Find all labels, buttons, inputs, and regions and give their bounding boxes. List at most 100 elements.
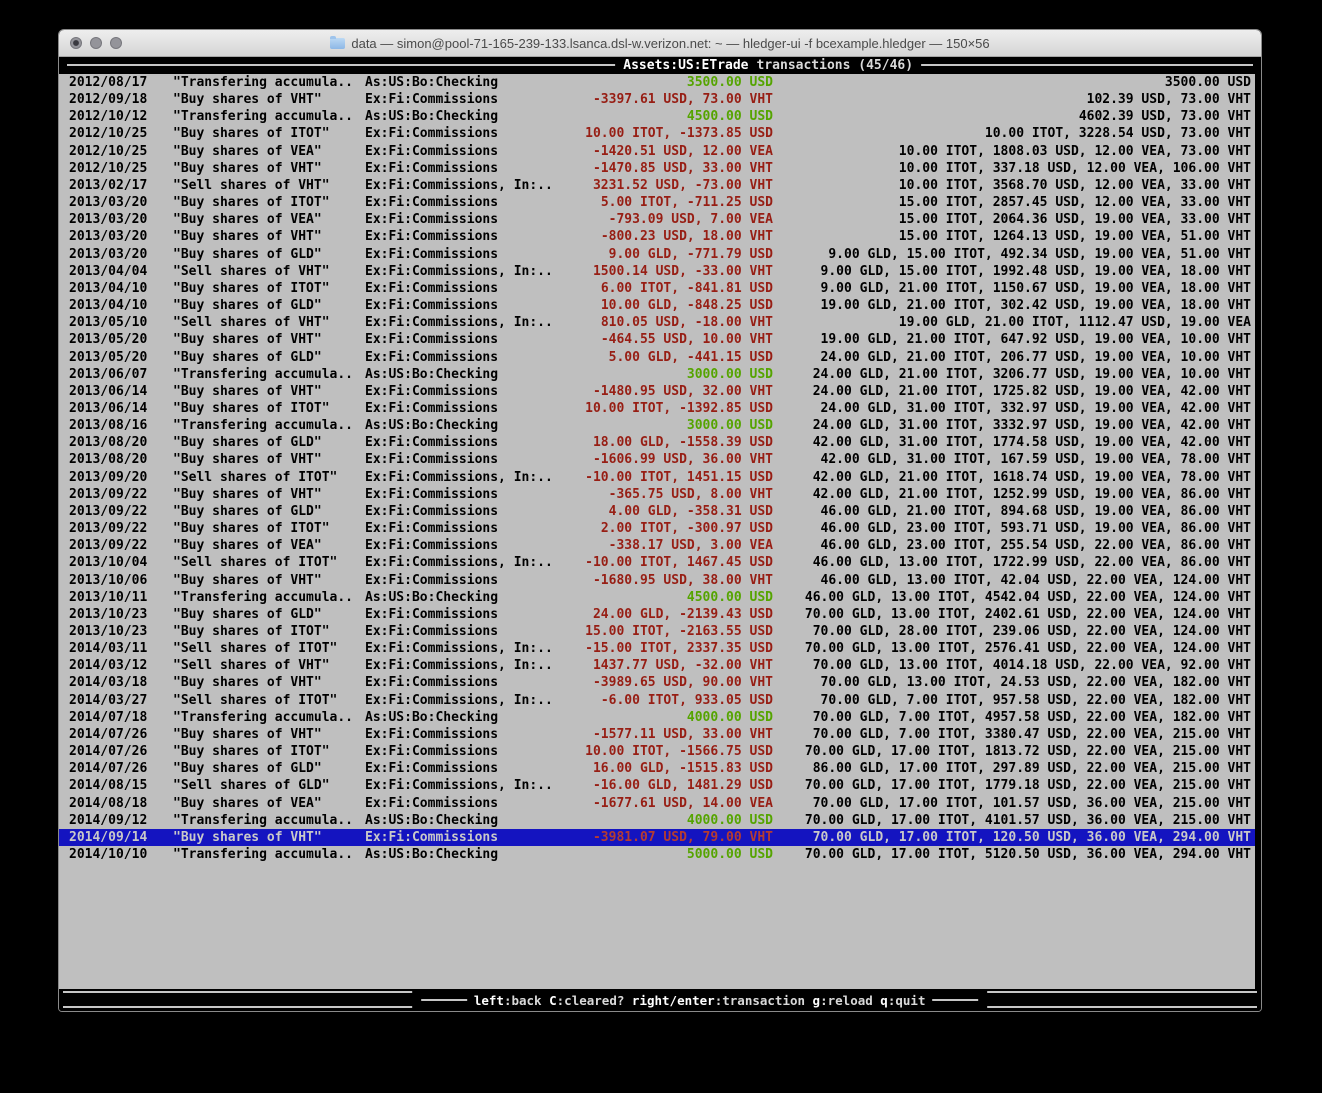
- transaction-row[interactable]: 2013/09/22"Buy shares of VHT"Ex:Fi:Commi…: [59, 486, 1255, 503]
- transaction-row[interactable]: 2013/10/23"Buy shares of GLD"Ex:Fi:Commi…: [59, 606, 1255, 623]
- txn-running-balance: 46.00 GLD, 13.00 ITOT, 4542.04 USD, 22.0…: [773, 589, 1255, 606]
- transaction-row[interactable]: 2014/03/18"Buy shares of VHT"Ex:Fi:Commi…: [59, 674, 1255, 691]
- transaction-row[interactable]: 2013/04/10"Buy shares of GLD"Ex:Fi:Commi…: [59, 297, 1255, 314]
- transaction-row[interactable]: 2014/03/27"Sell shares of ITOT"Ex:Fi:Com…: [59, 692, 1255, 709]
- txn-date: 2013/08/20: [69, 434, 173, 451]
- transaction-row[interactable]: 2014/09/14"Buy shares of VHT"Ex:Fi:Commi…: [59, 829, 1255, 846]
- transaction-row[interactable]: 2013/10/11"Transfering accumula..As:US:B…: [59, 589, 1255, 606]
- transaction-row[interactable]: 2014/03/12"Sell shares of VHT"Ex:Fi:Comm…: [59, 657, 1255, 674]
- transaction-row[interactable]: 2014/07/26"Buy shares of VHT"Ex:Fi:Commi…: [59, 726, 1255, 743]
- txn-date: 2013/09/22: [69, 503, 173, 520]
- txn-running-balance: 46.00 GLD, 23.00 ITOT, 255.54 USD, 22.00…: [773, 537, 1255, 554]
- transaction-row[interactable]: 2013/02/17"Sell shares of VHT"Ex:Fi:Comm…: [59, 177, 1255, 194]
- transaction-row[interactable]: 2013/09/22"Buy shares of GLD"Ex:Fi:Commi…: [59, 503, 1255, 520]
- window-zoom-button[interactable]: [110, 37, 122, 49]
- transaction-row[interactable]: 2013/10/04"Sell shares of ITOT"Ex:Fi:Com…: [59, 554, 1255, 571]
- txn-description: "Sell shares of VHT": [173, 177, 365, 194]
- transaction-row[interactable]: 2014/03/11"Sell shares of ITOT"Ex:Fi:Com…: [59, 640, 1255, 657]
- transaction-row[interactable]: 2014/07/26"Buy shares of ITOT"Ex:Fi:Comm…: [59, 743, 1255, 760]
- transaction-row[interactable]: 2013/05/20"Buy shares of VHT"Ex:Fi:Commi…: [59, 331, 1255, 348]
- txn-change-amount: -1606.99 USD, 36.00 VHT: [565, 451, 773, 468]
- txn-change-amount: 2.00 ITOT, -300.97 USD: [565, 520, 773, 537]
- transaction-row[interactable]: 2013/09/20"Sell shares of ITOT"Ex:Fi:Com…: [59, 469, 1255, 486]
- txn-change-amount: 3000.00 USD: [565, 417, 773, 434]
- window-titlebar[interactable]: data — simon@pool-71-165-239-133.lsanca.…: [59, 30, 1261, 57]
- transaction-row[interactable]: 2012/09/18"Buy shares of VHT"Ex:Fi:Commi…: [59, 91, 1255, 108]
- txn-description: "Transfering accumula..: [173, 589, 365, 606]
- transaction-row[interactable]: 2013/06/14"Buy shares of VHT"Ex:Fi:Commi…: [59, 383, 1255, 400]
- txn-running-balance: 10.00 ITOT, 3568.70 USD, 12.00 VEA, 33.0…: [773, 177, 1255, 194]
- txn-other-accounts: Ex:Fi:Commissions: [365, 194, 565, 211]
- txn-other-accounts: Ex:Fi:Commissions, In:..: [365, 554, 565, 571]
- txn-description: "Buy shares of ITOT": [173, 194, 365, 211]
- txn-running-balance: 4602.39 USD, 73.00 VHT: [773, 108, 1255, 125]
- txn-running-balance: 46.00 GLD, 21.00 ITOT, 894.68 USD, 19.00…: [773, 503, 1255, 520]
- txn-date: 2014/09/14: [69, 829, 173, 846]
- txn-running-balance: 70.00 GLD, 17.00 ITOT, 1779.18 USD, 22.0…: [773, 777, 1255, 794]
- txn-change-amount: 3000.00 USD: [565, 366, 773, 383]
- txn-other-accounts: As:US:Bo:Checking: [365, 366, 565, 383]
- transaction-row[interactable]: 2012/08/17"Transfering accumula..As:US:B…: [59, 74, 1255, 91]
- transaction-row[interactable]: 2013/03/20"Buy shares of ITOT"Ex:Fi:Comm…: [59, 194, 1255, 211]
- txn-date: 2014/07/26: [69, 726, 173, 743]
- txn-description: "Buy shares of VHT": [173, 160, 365, 177]
- txn-change-amount: -1677.61 USD, 14.00 VEA: [565, 795, 773, 812]
- txn-change-amount: 9.00 GLD, -771.79 USD: [565, 246, 773, 263]
- txn-description: "Sell shares of VHT": [173, 657, 365, 674]
- transaction-row[interactable]: 2014/08/18"Buy shares of VEA"Ex:Fi:Commi…: [59, 795, 1255, 812]
- txn-running-balance: 19.00 GLD, 21.00 ITOT, 1112.47 USD, 19.0…: [773, 314, 1255, 331]
- txn-other-accounts: Ex:Fi:Commissions: [365, 606, 565, 623]
- transaction-row[interactable]: 2013/09/22"Buy shares of ITOT"Ex:Fi:Comm…: [59, 520, 1255, 537]
- transaction-row[interactable]: 2013/03/20"Buy shares of GLD"Ex:Fi:Commi…: [59, 246, 1255, 263]
- transaction-row[interactable]: 2013/03/20"Buy shares of VEA"Ex:Fi:Commi…: [59, 211, 1255, 228]
- txn-other-accounts: Ex:Fi:Commissions: [365, 143, 565, 160]
- transaction-row[interactable]: 2014/09/12"Transfering accumula..As:US:B…: [59, 812, 1255, 829]
- txn-date: 2012/09/18: [69, 91, 173, 108]
- transaction-row[interactable]: 2012/10/25"Buy shares of VEA"Ex:Fi:Commi…: [59, 143, 1255, 160]
- txn-change-amount: 4000.00 USD: [565, 709, 773, 726]
- txn-description: "Sell shares of ITOT": [173, 640, 365, 657]
- txn-other-accounts: Ex:Fi:Commissions: [365, 91, 565, 108]
- transaction-row[interactable]: 2012/10/12"Transfering accumula..As:US:B…: [59, 108, 1255, 125]
- transaction-row[interactable]: 2013/10/23"Buy shares of ITOT"Ex:Fi:Comm…: [59, 623, 1255, 640]
- txn-other-accounts: Ex:Fi:Commissions: [365, 383, 565, 400]
- txn-running-balance: 10.00 ITOT, 337.18 USD, 12.00 VEA, 106.0…: [773, 160, 1255, 177]
- txn-running-balance: 70.00 GLD, 7.00 ITOT, 957.58 USD, 22.00 …: [773, 692, 1255, 709]
- txn-other-accounts: Ex:Fi:Commissions: [365, 795, 565, 812]
- txn-date: 2013/05/10: [69, 314, 173, 331]
- transaction-row[interactable]: 2014/10/10"Transfering accumula..As:US:B…: [59, 846, 1255, 863]
- transaction-row[interactable]: 2013/04/10"Buy shares of ITOT"Ex:Fi:Comm…: [59, 280, 1255, 297]
- transaction-row[interactable]: 2013/04/04"Sell shares of VHT"Ex:Fi:Comm…: [59, 263, 1255, 280]
- txn-change-amount: 810.05 USD, -18.00 VHT: [565, 314, 773, 331]
- terminal-screen[interactable]: Assets:US:ETradetransactions (45/46) 201…: [59, 57, 1261, 1011]
- txn-description: "Sell shares of VHT": [173, 314, 365, 331]
- txn-other-accounts: Ex:Fi:Commissions, In:..: [365, 640, 565, 657]
- transaction-row[interactable]: 2013/08/20"Buy shares of VHT"Ex:Fi:Commi…: [59, 451, 1255, 468]
- transaction-row[interactable]: 2013/05/10"Sell shares of VHT"Ex:Fi:Comm…: [59, 314, 1255, 331]
- window-close-button[interactable]: [70, 37, 82, 49]
- txn-date: 2013/06/14: [69, 383, 173, 400]
- txn-other-accounts: Ex:Fi:Commissions: [365, 434, 565, 451]
- txn-other-accounts: Ex:Fi:Commissions: [365, 520, 565, 537]
- txn-change-amount: 10.00 GLD, -848.25 USD: [565, 297, 773, 314]
- transaction-row[interactable]: 2013/03/20"Buy shares of VHT"Ex:Fi:Commi…: [59, 228, 1255, 245]
- transactions-list: 2012/08/17"Transfering accumula..As:US:B…: [59, 74, 1255, 989]
- transaction-row[interactable]: 2013/08/20"Buy shares of GLD"Ex:Fi:Commi…: [59, 434, 1255, 451]
- transaction-row[interactable]: 2014/07/26"Buy shares of GLD"Ex:Fi:Commi…: [59, 760, 1255, 777]
- transaction-row[interactable]: 2014/08/15"Sell shares of GLD"Ex:Fi:Comm…: [59, 777, 1255, 794]
- transaction-row[interactable]: 2014/07/18"Transfering accumula..As:US:B…: [59, 709, 1255, 726]
- transaction-row[interactable]: 2013/09/22"Buy shares of VEA"Ex:Fi:Commi…: [59, 537, 1255, 554]
- txn-description: "Transfering accumula..: [173, 812, 365, 829]
- txn-other-accounts: As:US:Bo:Checking: [365, 846, 565, 863]
- txn-change-amount: 5000.00 USD: [565, 846, 773, 863]
- window-minimize-button[interactable]: [90, 37, 102, 49]
- transaction-row[interactable]: 2013/06/14"Buy shares of ITOT"Ex:Fi:Comm…: [59, 400, 1255, 417]
- transaction-row[interactable]: 2013/05/20"Buy shares of GLD"Ex:Fi:Commi…: [59, 349, 1255, 366]
- txn-date: 2013/10/04: [69, 554, 173, 571]
- transaction-row[interactable]: 2013/08/16"Transfering accumula..As:US:B…: [59, 417, 1255, 434]
- txn-change-amount: -3397.61 USD, 73.00 VHT: [565, 91, 773, 108]
- transaction-row[interactable]: 2012/10/25"Buy shares of ITOT"Ex:Fi:Comm…: [59, 125, 1255, 142]
- transaction-row[interactable]: 2012/10/25"Buy shares of VHT"Ex:Fi:Commi…: [59, 160, 1255, 177]
- transaction-row[interactable]: 2013/06/07"Transfering accumula..As:US:B…: [59, 366, 1255, 383]
- transaction-row[interactable]: 2013/10/06"Buy shares of VHT"Ex:Fi:Commi…: [59, 572, 1255, 589]
